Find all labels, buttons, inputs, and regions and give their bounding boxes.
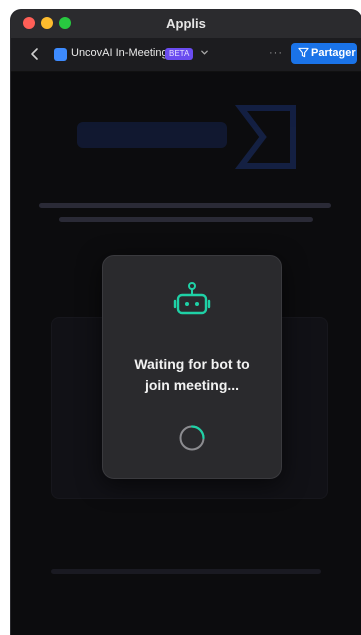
- app-toolbar: UncovAI In-Meeting BETA ··· Partager: [11, 38, 361, 72]
- window-title: Applis: [166, 16, 206, 31]
- waiting-message: Waiting for bot to join meeting...: [103, 354, 281, 396]
- app-icon: [54, 48, 67, 61]
- faded-text-line: [59, 217, 313, 222]
- app-name[interactable]: UncovAI In-Meeting: [71, 47, 168, 59]
- share-label: Partager: [311, 47, 356, 59]
- filter-icon: [298, 47, 309, 58]
- faded-logo: [77, 105, 296, 169]
- title-bar: Applis: [11, 10, 361, 39]
- waiting-message-line-1: Waiting for bot to: [134, 356, 250, 372]
- faded-text-line: [51, 569, 321, 574]
- more-options-button[interactable]: ···: [269, 47, 283, 59]
- spinner-icon: [179, 425, 205, 451]
- robot-icon: [173, 282, 211, 315]
- waiting-dialog: Waiting for bot to join meeting...: [102, 255, 282, 479]
- chevron-down-icon[interactable]: [200, 48, 209, 59]
- back-button[interactable]: [27, 46, 43, 62]
- faded-text-line: [39, 203, 331, 208]
- chevron-left-icon: [31, 48, 38, 60]
- waiting-message-line-2: join meeting...: [144, 377, 240, 393]
- app-window: Applis UncovAI In-Meeting BETA ··· Parta…: [11, 10, 361, 635]
- share-button[interactable]: Partager: [291, 43, 357, 64]
- beta-badge: BETA: [165, 48, 194, 60]
- main-content: Waiting for bot to join meeting...: [11, 72, 361, 635]
